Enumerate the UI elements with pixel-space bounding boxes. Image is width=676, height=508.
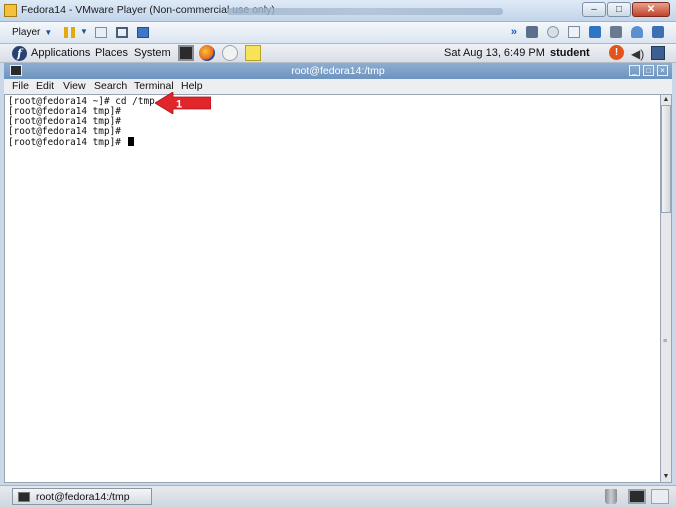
taskbar-window-button[interactable]: root@fedora14:/tmp — [12, 488, 152, 505]
floppy-icon[interactable] — [568, 26, 580, 38]
player-menu[interactable]: Player ▼ — [12, 27, 52, 38]
minimize-button[interactable]: _ — [629, 65, 640, 76]
terminal-scrollbar[interactable]: ▲ ≡ ▼ — [660, 94, 672, 483]
terminal-icon[interactable] — [178, 45, 194, 61]
user-name[interactable]: student — [550, 47, 590, 59]
pause-icon[interactable] — [64, 27, 75, 38]
scroll-up-arrow-icon[interactable]: ▲ — [661, 95, 671, 105]
usb-icon[interactable] — [631, 26, 643, 38]
workspace-2-icon[interactable] — [651, 489, 669, 504]
vmware-title-bar: Fedora14 - VMware Player (Non-commercial… — [0, 0, 676, 22]
maximize-button[interactable]: □ — [643, 65, 654, 76]
menu-search[interactable]: Search — [94, 80, 127, 92]
chevron-down-icon[interactable]: ▼ — [80, 27, 88, 36]
mail-icon[interactable] — [222, 45, 238, 61]
device-icons: » — [511, 26, 664, 38]
close-button[interactable]: × — [657, 65, 668, 76]
fedora-logo-icon[interactable]: f — [12, 46, 27, 61]
scroll-thumb[interactable] — [661, 105, 671, 213]
window-controls: – □ ✕ — [582, 2, 670, 17]
taskbar-window-label: root@fedora14:/tmp — [36, 491, 130, 503]
trash-icon[interactable] — [605, 489, 617, 504]
firefox-icon[interactable] — [199, 45, 215, 61]
network-icon[interactable] — [95, 27, 107, 38]
notes-icon[interactable] — [245, 45, 261, 61]
maximize-button[interactable]: □ — [607, 2, 631, 17]
gnome-bottom-panel: root@fedora14:/tmp — [0, 485, 676, 508]
blurred-path — [227, 8, 503, 15]
annotation-arrow-shape — [155, 92, 211, 114]
minimize-button[interactable]: – — [582, 2, 606, 17]
terminal-window-controls: _ □ × — [629, 65, 668, 76]
display-icon[interactable] — [652, 26, 664, 38]
terminal-icon — [18, 492, 30, 502]
terminal-menu-bar: File Edit View Search Terminal Help — [4, 79, 672, 94]
vmware-toolbar: Player ▼ ▼ » — [0, 22, 676, 44]
printer-icon[interactable] — [610, 26, 622, 38]
fullscreen-icon[interactable] — [116, 27, 128, 38]
network-status-icon[interactable] — [651, 46, 665, 60]
menu-applications[interactable]: Applications — [31, 47, 90, 59]
gnome-top-panel: f Applications Places System Sat Aug 13,… — [0, 44, 676, 63]
menu-system[interactable]: System — [134, 47, 171, 59]
unity-icon[interactable] — [137, 27, 149, 38]
menu-terminal[interactable]: Terminal — [134, 80, 174, 92]
hard-disk-icon[interactable] — [526, 26, 538, 38]
scroll-grip-icon: ≡ — [663, 338, 668, 345]
volume-icon[interactable]: ◀) — [631, 47, 644, 61]
terminal-title: root@fedora14:/tmp — [291, 65, 385, 77]
menu-file[interactable]: File — [12, 80, 29, 92]
menu-view[interactable]: View — [63, 80, 86, 92]
annotation-arrow: 1 — [155, 92, 211, 114]
double-chevron-icon[interactable]: » — [511, 26, 517, 38]
terminal-prompt-line: [root@fedora14 tmp]# — [8, 137, 134, 148]
cd-drive-icon[interactable] — [547, 26, 559, 38]
network-adapter-icon[interactable] — [589, 26, 601, 38]
terminal-prompt: [root@fedora14 tmp]# — [8, 137, 127, 148]
menu-edit[interactable]: Edit — [36, 80, 54, 92]
menu-help[interactable]: Help — [181, 80, 203, 92]
menu-places[interactable]: Places — [95, 47, 128, 59]
terminal-line: [root@fedora14 tmp]# — [8, 126, 121, 137]
text-cursor — [127, 137, 134, 146]
vmware-app-icon — [4, 4, 17, 17]
player-menu-label: Player — [12, 27, 41, 38]
update-icon[interactable]: ! — [609, 45, 624, 60]
terminal-output[interactable]: [root@fedora14 ~]# cd /tmp [root@fedora1… — [4, 94, 660, 483]
terminal-title-bar: root@fedora14:/tmp _ □ × — [4, 63, 672, 79]
workspace-1-icon[interactable] — [628, 489, 646, 504]
close-button[interactable]: ✕ — [632, 2, 670, 17]
chevron-down-icon: ▼ — [44, 28, 53, 37]
annotation-label: 1 — [176, 99, 182, 111]
scroll-down-arrow-icon[interactable]: ▼ — [661, 472, 671, 482]
panel-clock[interactable]: Sat Aug 13, 6:49 PM — [444, 47, 545, 59]
